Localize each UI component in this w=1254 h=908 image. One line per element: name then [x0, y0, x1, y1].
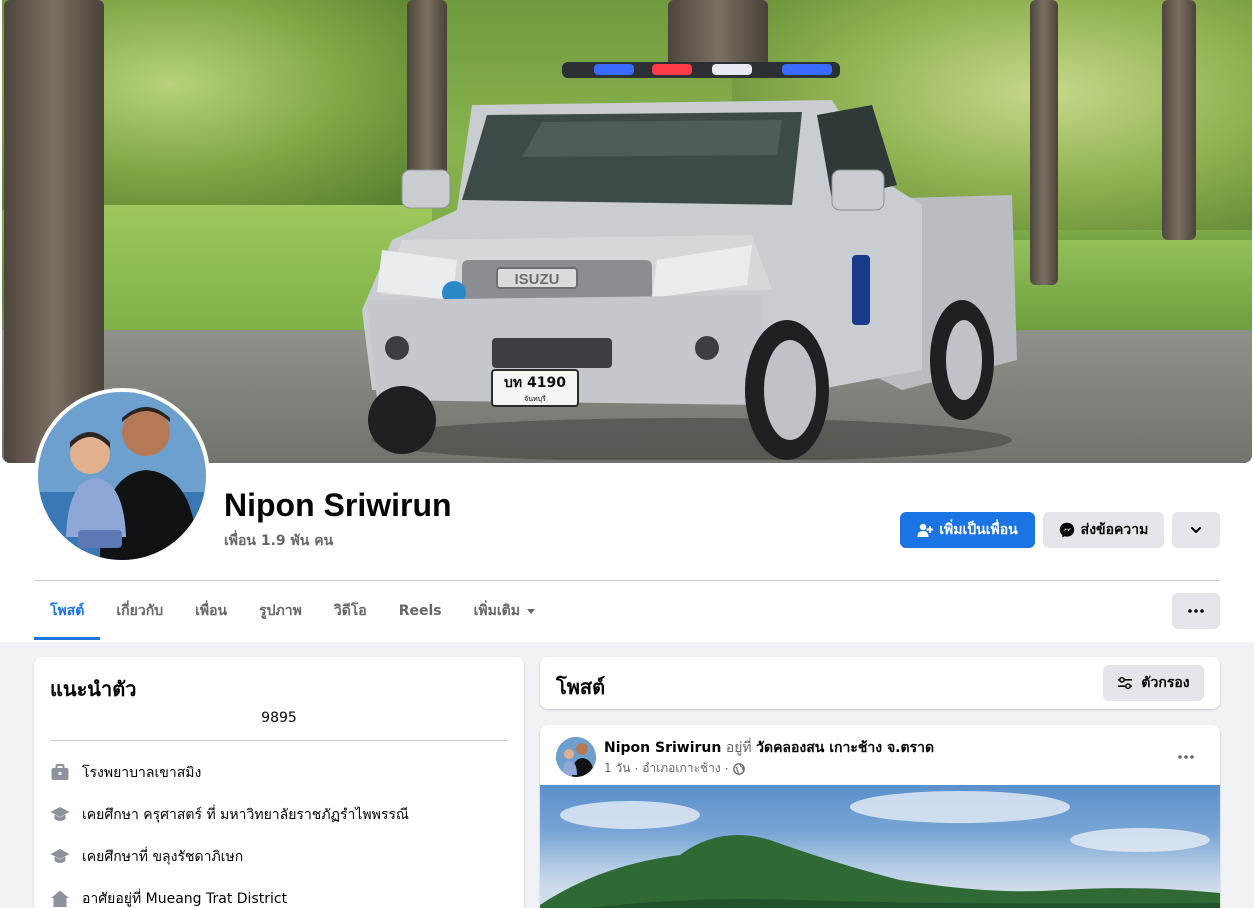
caret-down-icon	[526, 609, 535, 614]
post-time[interactable]: 1 วัน	[604, 759, 630, 778]
post-card: Nipon Sriwirun อยู่ที่ วัดคลองสน เกาะช้า…	[540, 725, 1220, 908]
globe-icon[interactable]	[732, 762, 745, 775]
tab-more[interactable]: เพิ่มเติม	[458, 582, 552, 640]
profile-tabs: โพสต์ เกี่ยวกับ เพื่อน รูปภาพ วิดีโอ Ree…	[34, 582, 552, 640]
tabs-more-options-button[interactable]	[1172, 593, 1220, 629]
intro-bio: 9895	[261, 710, 297, 726]
filter-button[interactable]: ตัวกรอง	[1103, 665, 1204, 701]
messenger-icon	[1059, 522, 1074, 538]
home-icon	[50, 889, 70, 908]
intro-item-education-school: เคยศึกษาที่ ขลุงรัชดาภิเษก	[50, 845, 243, 869]
tab-photos[interactable]: รูปภาพ	[243, 582, 318, 640]
tab-videos[interactable]: วิดีโอ	[318, 582, 383, 640]
message-button[interactable]: ส่งข้อความ	[1043, 512, 1164, 548]
tree-trunk	[1162, 0, 1196, 240]
intro-item-residence: อาศัยอยู่ที่ Mueang Trat District	[50, 887, 287, 908]
profile-name: Nipon Sriwirun	[224, 487, 452, 523]
add-friend-button[interactable]: เพิ่มเป็นเพื่อน	[900, 512, 1035, 548]
posts-header-card: โพสต์ ตัวกรอง	[540, 657, 1220, 709]
intro-item-education-university: เคยศึกษา ครุศาสตร์ ที่ มหาวิทยาลัยราชภัฏ…	[50, 803, 409, 827]
briefcase-icon	[50, 763, 70, 783]
graduation-cap-icon	[50, 805, 70, 825]
profile-picture[interactable]	[34, 388, 210, 564]
tab-friends[interactable]: เพื่อน	[179, 582, 243, 640]
post-options-button[interactable]	[1168, 739, 1204, 775]
graduation-cap-icon	[50, 847, 70, 867]
intro-card: แนะนำตัว 9895 โรงพยาบาลเขาสมิง เคยศึกษา …	[34, 657, 524, 908]
tab-reels[interactable]: Reels	[383, 582, 458, 640]
avatar	[38, 392, 206, 560]
friends-count[interactable]: เพื่อน 1.9 พัน คน	[224, 530, 333, 552]
post-author-avatar[interactable]	[556, 737, 596, 777]
add-friend-label: เพิ่มเป็นเพื่อน	[939, 522, 1018, 538]
header-divider	[34, 580, 1220, 581]
license-plate-province: จันทบุรี	[524, 395, 546, 403]
tree-trunk	[1030, 0, 1058, 285]
post-place-link[interactable]: วัดคลองสน เกาะช้าง จ.ตราด	[756, 740, 934, 756]
more-dots-icon	[1188, 609, 1204, 613]
post-location[interactable]: อำเภอเกาะช้าง	[642, 759, 720, 778]
intro-title: แนะนำตัว	[50, 677, 137, 701]
post-at-word: อยู่ที่	[725, 740, 752, 756]
profile-options-button[interactable]	[1172, 512, 1220, 548]
add-friend-icon	[917, 523, 934, 537]
post-photo[interactable]	[540, 785, 1220, 908]
post-header: Nipon Sriwirun อยู่ที่ วัดคลองสน เกาะช้า…	[604, 737, 934, 759]
tab-posts[interactable]: โพสต์	[34, 582, 101, 640]
intro-item-workplace: โรงพยาบาลเขาสมิง	[50, 761, 201, 785]
license-plate-number: บท 4190	[504, 375, 566, 391]
brand-badge: ISUZU	[515, 271, 560, 288]
chevron-down-icon	[1191, 527, 1201, 533]
message-label: ส่งข้อความ	[1080, 522, 1149, 538]
post-author-name[interactable]: Nipon Sriwirun	[604, 740, 721, 756]
more-dots-icon	[1178, 755, 1194, 759]
police-truck-illustration: ISUZU บท 4190 จันทบุรี	[362, 62, 1017, 460]
intro-divider	[50, 740, 508, 741]
filter-sliders-icon	[1118, 676, 1133, 690]
filter-label: ตัวกรอง	[1141, 675, 1190, 691]
posts-title: โพสต์	[556, 675, 606, 699]
tab-about[interactable]: เกี่ยวกับ	[100, 582, 179, 640]
post-meta: 1 วัน · อำเภอเกาะช้าง ·	[604, 759, 745, 778]
avatar-photo	[38, 392, 206, 560]
cover-photo[interactable]: ISUZU บท 4190 จันทบุรี	[2, 0, 1252, 463]
